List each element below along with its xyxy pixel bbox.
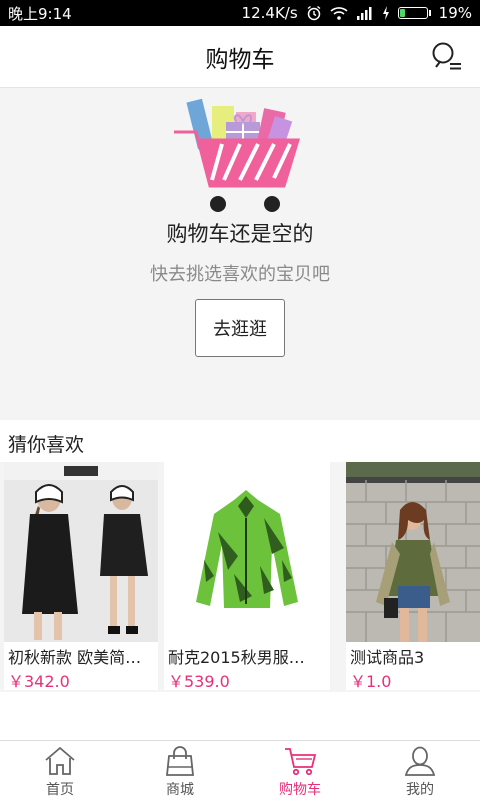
product-image[interactable] — [164, 462, 330, 642]
product-card[interactable]: 耐克2015秋男服饰夹克 ￥539.0 — [164, 462, 330, 691]
wifi-icon — [330, 7, 348, 20]
product-image-outfit — [346, 462, 480, 642]
status-time: 晚上9:14 — [8, 4, 72, 23]
tab-mall-label: 商城 — [166, 782, 194, 798]
product-price: ￥1.0 — [350, 672, 392, 691]
tab-mall[interactable]: 商城 — [120, 741, 240, 801]
battery-tip — [428, 10, 431, 16]
recommendation-section: 猜你喜欢 初秋新款 欧美简约百 ￥342.0 耐克2015秋男服饰 ￥539.0… — [0, 420, 480, 740]
go-shopping-button[interactable]: 去逛逛 — [195, 299, 285, 357]
battery-fill — [399, 9, 405, 17]
product-image[interactable] — [346, 462, 480, 642]
cart-icon — [285, 748, 317, 776]
search-icon[interactable] — [430, 40, 464, 74]
user-icon — [404, 746, 436, 776]
header: 购物车 — [0, 26, 480, 88]
tab-mine[interactable]: 我的 — [360, 741, 480, 801]
tab-cart-label: 购物车 — [279, 782, 321, 798]
battery-icon — [397, 7, 431, 19]
status-right: 12.4K/s 19% — [242, 4, 472, 22]
empty-cart-subtitle: 快去挑选喜欢的宝贝吧 — [150, 264, 330, 285]
bottom-tab-bar: 首页 商城 购物车 我的 — [0, 740, 480, 801]
empty-cart-title: 购物车还是空的 — [166, 222, 314, 246]
alarm-icon — [307, 5, 321, 21]
product-name[interactable]: 初秋新款 欧美简约百搭连衣裙 — [8, 644, 156, 668]
cart-with-gifts-icon — [174, 98, 301, 212]
product-name[interactable]: 耐克2015秋男服饰夹克 — [168, 644, 316, 668]
shopping-bag-icon — [166, 746, 194, 776]
product-image-jacket — [164, 462, 330, 642]
status-bar: 晚上9:14 12.4K/s 19% — [0, 0, 480, 26]
empty-cart-area: 购物车还是空的 快去挑选喜欢的宝贝吧 去逛逛 — [0, 88, 480, 420]
charging-icon — [382, 6, 389, 20]
product-price: ￥342.0 — [8, 672, 70, 691]
product-card[interactable]: 测试商品3 ￥1.0 — [346, 462, 480, 691]
tab-home[interactable]: 首页 — [0, 741, 120, 801]
tab-cart[interactable]: 购物车 — [240, 741, 360, 801]
signal-icon — [356, 7, 372, 20]
product-image-dress — [4, 462, 158, 642]
tab-home-label: 首页 — [46, 782, 74, 798]
page-title: 购物车 — [205, 46, 275, 73]
tab-mine-label: 我的 — [406, 782, 434, 798]
product-price: ￥539.0 — [168, 672, 230, 691]
product-card[interactable]: 初秋新款 欧美简约百搭连衣裙 ￥342.0 — [4, 462, 158, 691]
network-speed: 12.4K/s — [241, 4, 298, 22]
product-image[interactable] — [4, 462, 158, 642]
home-icon — [45, 746, 75, 775]
battery-percent: 19% — [438, 4, 472, 22]
product-name[interactable]: 测试商品3 — [350, 644, 480, 668]
battery-body — [397, 7, 428, 19]
recommendation-title: 猜你喜欢 — [8, 434, 85, 456]
product-list[interactable]: 初秋新款 欧美简约百搭连衣裙 ￥342.0 耐克2015秋男服饰夹克 ￥539.… — [0, 462, 480, 692]
